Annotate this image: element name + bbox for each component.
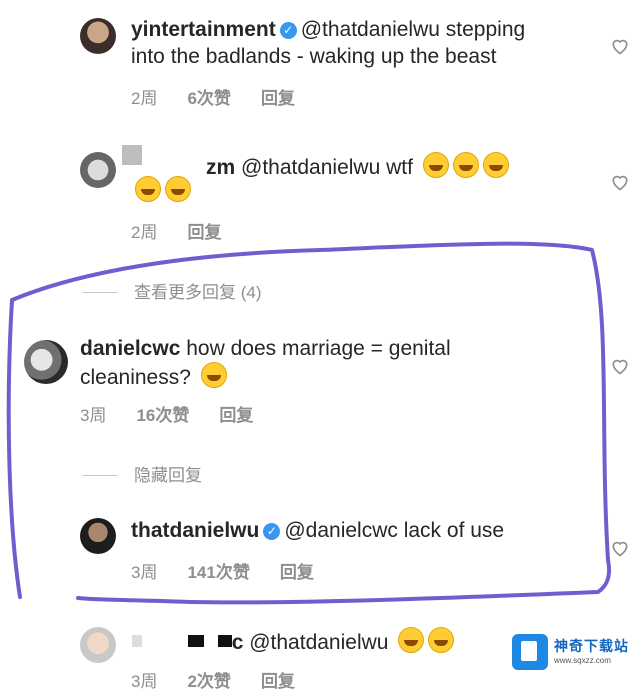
like-count[interactable]: 6次赞 [187,89,230,108]
comment-text-line: c @thatdanielwu [132,627,455,656]
username[interactable]: yintertainment [131,18,276,41]
comment-time: 3周 [80,406,107,425]
hide-replies-label: 隐藏回复 [134,466,202,485]
username[interactable]: danielcwc [80,337,180,360]
avatar[interactable] [80,18,116,54]
redacted-username-block [132,635,142,647]
verified-badge-icon: ✓ [279,22,297,39]
emoji-line [131,176,191,203]
reply-button[interactable]: 回复 [219,406,253,425]
comment-text: @thatdanielwu [249,631,389,654]
comment-text: cleaniness? [80,366,191,389]
comment-time: 3周 [131,672,158,691]
like-count[interactable]: 2次赞 [187,672,230,691]
smirk-emoji-icon [200,362,227,388]
avatar[interactable] [80,152,116,188]
rofl-emoji-icon [452,152,479,178]
like-count[interactable]: 16次赞 [136,406,189,425]
like-count[interactable]: 141次赞 [187,563,249,582]
site-watermark: 神奇下载站 www.sqxzz.com [508,632,632,672]
view-more-label: 查看更多回复 (4) [134,283,262,302]
avatar[interactable] [80,518,116,554]
comment-time: 2周 [131,89,158,108]
comment-text-line: thatdanielwu ✓ @danielcwc lack of use [131,518,504,544]
comment-meta: 3周 2次赞 回复 [131,667,325,692]
divider [82,292,118,293]
reply-button[interactable]: 回复 [261,672,295,691]
reply-button[interactable]: 回复 [261,89,295,108]
redacted-username-block [217,635,232,647]
redacted-username-block [187,635,204,647]
comment-text: @danielcwc lack of use [284,519,505,542]
avatar[interactable] [80,627,116,663]
comment-meta: 2周 回复 [131,218,251,243]
heart-icon[interactable] [610,356,630,376]
rofl-emoji-icon [135,176,161,202]
laughing-emoji-icon [428,627,455,653]
site-logo-icon [512,634,548,670]
rofl-emoji-icon [482,152,509,178]
divider [82,475,118,476]
comment-text-line: cleaniness? [80,362,227,391]
comment-meta: 2周 6次赞 回复 [131,84,325,109]
avatar[interactable] [24,340,68,384]
verified-badge-icon: ✓ [263,523,281,540]
laughing-emoji-icon [398,627,425,653]
comment-text: @thatdanielwu wtf [241,156,413,179]
watermark-title: 神奇下载站 [554,638,629,654]
comment-meta: 3周 16次赞 回复 [80,401,283,426]
comment-text: @thatdanielwu stepping [300,18,526,41]
heart-icon[interactable] [610,36,630,56]
username[interactable]: zm [206,156,235,179]
view-more-replies-button[interactable]: 查看更多回复 (4) [82,278,262,303]
rofl-emoji-icon [422,152,449,178]
comment-time: 3周 [131,563,158,582]
reply-button[interactable]: 回复 [187,223,221,242]
comment-text-line: zm @thatdanielwu wtf [206,152,509,181]
comment-time: 2周 [131,223,158,242]
comment-text-line: into the badlands - waking up the beast [131,45,497,68]
reply-button[interactable]: 回复 [280,563,314,582]
heart-icon[interactable] [610,172,630,192]
heart-icon[interactable] [610,538,630,558]
comment-meta: 3周 141次赞 回复 [131,558,344,583]
comment-text: how does marriage = genital [186,337,451,360]
username[interactable]: c [232,631,244,654]
watermark-url: www.sqxzz.com [554,656,611,665]
username[interactable]: thatdanielwu [131,519,259,542]
hide-replies-button[interactable]: 隐藏回复 [82,461,202,486]
redacted-username-block [122,145,142,165]
comment-text-line: yintertainment ✓ @thatdanielwu stepping [131,17,525,43]
rofl-emoji-icon [165,176,191,202]
comment-text-line: danielcwc how does marriage = genital [80,336,451,362]
